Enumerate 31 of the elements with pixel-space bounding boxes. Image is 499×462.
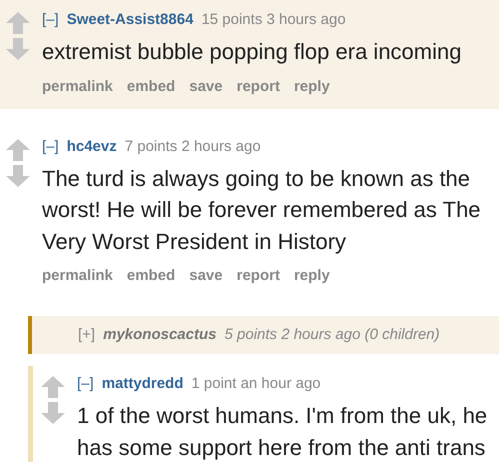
comment-text: extremist bubble popping flop era incoming xyxy=(42,38,462,66)
comment-tagline: 15 points 3 hours ago xyxy=(201,10,346,30)
comment-author[interactable]: Sweet-Assist8864 xyxy=(66,10,194,30)
downvote-icon[interactable] xyxy=(41,402,65,424)
comment-action-link[interactable]: embed xyxy=(126,267,176,284)
collapse-toggle[interactable]: [–] xyxy=(42,10,59,30)
upvote-icon[interactable] xyxy=(6,12,30,34)
comment-tagline: 5 points 2 hours ago (0 children) xyxy=(224,325,440,345)
expand-toggle[interactable]: [+] xyxy=(78,325,96,345)
comment-action-link[interactable]: report xyxy=(236,267,280,284)
downvote-icon[interactable] xyxy=(6,38,30,60)
comment-action-link[interactable]: permalink xyxy=(42,267,113,284)
comment-action-link[interactable]: save xyxy=(189,78,223,94)
comment-action-link[interactable]: reply xyxy=(294,267,330,284)
comment-author[interactable]: mattydredd xyxy=(102,374,184,394)
collapse-toggle[interactable]: [–] xyxy=(77,374,94,394)
upvote-icon[interactable] xyxy=(6,138,30,160)
comment-tagline: 7 points 2 hours ago xyxy=(124,136,261,156)
comment-action-link[interactable]: permalink xyxy=(42,78,113,94)
comment-action-link[interactable]: embed xyxy=(126,78,176,94)
upvote-icon[interactable] xyxy=(41,376,65,398)
downvote-icon[interactable] xyxy=(6,164,30,186)
comment-author[interactable]: hc4evz xyxy=(66,136,117,156)
collapse-toggle[interactable]: [–] xyxy=(42,136,59,156)
comment-action-link[interactable]: reply xyxy=(294,78,330,94)
comment-author[interactable]: mykonoscactus xyxy=(103,325,216,345)
comment-tagline: 1 point an hour ago xyxy=(191,374,321,394)
comment-text: 1 of the worst humans. I'm from the uk, he has some support here from the anti trans xyxy=(77,402,488,462)
comment-action-link[interactable]: save xyxy=(189,267,223,284)
comment-text: The turd is always going to be known as the worst! He will be forever remembered as The Very Worst President in History xyxy=(42,164,482,256)
comment-action-link[interactable]: report xyxy=(236,78,280,94)
